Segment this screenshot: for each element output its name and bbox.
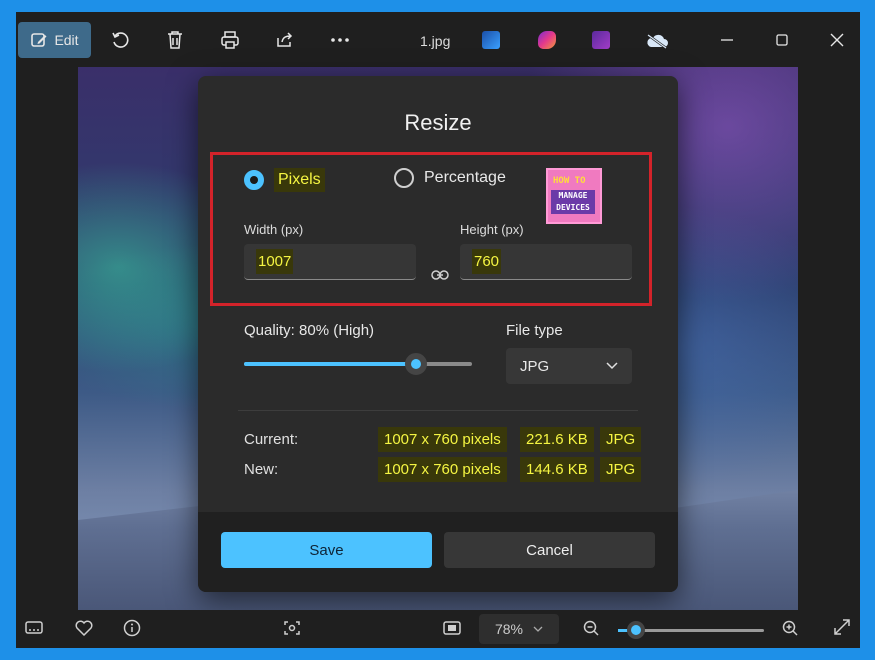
close-icon (830, 33, 844, 47)
designer-icon[interactable] (538, 31, 556, 49)
current-dims: 1007 x 760 pixels (378, 427, 507, 452)
chevron-down-icon (533, 626, 543, 632)
logo-line-2-3: MANAGE DEVICES (551, 190, 595, 214)
print-icon (221, 31, 239, 49)
file-type-label: File type (506, 322, 563, 339)
fit-to-window-icon[interactable] (442, 619, 462, 642)
more-button[interactable] (322, 22, 358, 58)
rotate-icon (112, 32, 129, 48)
current-label: Current: (244, 431, 299, 448)
height-input[interactable]: 760 (460, 244, 632, 280)
filmstrip-icon[interactable] (24, 619, 44, 642)
maximize-button[interactable] (764, 22, 800, 58)
aspect-lock-link-icon[interactable] (431, 267, 449, 285)
new-dims: 1007 x 760 pixels (378, 457, 507, 482)
new-type: JPG (600, 457, 642, 482)
quality-slider[interactable] (244, 353, 472, 375)
file-type-value: JPG (520, 357, 550, 375)
more-icon (331, 38, 349, 42)
delete-icon (168, 31, 182, 49)
file-type-select[interactable]: JPG (506, 348, 632, 384)
bottom-toolbar: 78% (16, 610, 860, 648)
minimize-icon (721, 39, 733, 41)
onedrive-icon[interactable] (646, 33, 668, 50)
minimize-button[interactable] (709, 22, 745, 58)
fullscreen-icon[interactable] (832, 619, 852, 642)
edit-button[interactable]: Edit (18, 22, 91, 58)
edit-icon (31, 33, 47, 47)
clipchamp-icon[interactable] (592, 31, 610, 49)
share-button[interactable] (267, 22, 303, 58)
photos-app-icon[interactable] (482, 31, 500, 49)
photos-window: Edit 1.jpg Resize Pixels Percentage HOW … (16, 12, 860, 648)
radio-unselected-icon (394, 168, 414, 188)
width-input[interactable]: 1007 (244, 244, 416, 280)
delete-button[interactable] (157, 22, 193, 58)
pixels-label: Pixels (274, 168, 325, 192)
current-size: 221.6 KB (520, 427, 594, 452)
divider (238, 410, 638, 411)
height-value: 760 (472, 249, 502, 274)
dialog-title: Resize (404, 110, 472, 135)
visual-search-icon[interactable] (282, 619, 302, 642)
top-toolbar: Edit 1.jpg (16, 12, 860, 67)
zoom-level-value: 78% (494, 621, 524, 637)
pixels-radio[interactable]: Pixels (244, 168, 325, 192)
zoom-level-dropdown[interactable]: 78% (479, 614, 559, 644)
zoom-slider-thumb[interactable] (627, 621, 645, 639)
new-label: New: (244, 461, 279, 478)
file-name: 1.jpg (420, 33, 451, 49)
close-window-button[interactable] (819, 22, 855, 58)
info-icon[interactable] (122, 619, 142, 642)
maximize-icon (776, 34, 788, 46)
radio-selected-icon (244, 170, 264, 190)
favorite-heart-icon[interactable] (74, 619, 94, 642)
percentage-radio[interactable]: Percentage (394, 168, 506, 188)
print-button[interactable] (212, 22, 248, 58)
zoom-slider[interactable] (618, 621, 764, 639)
resize-dialog: Resize Pixels Percentage HOW TO MANAGE D… (198, 76, 678, 592)
quality-slider-fill (244, 362, 416, 366)
logo-line-1: HOW TO (553, 176, 586, 186)
dialog-footer: Save Cancel (198, 512, 678, 592)
zoom-out-icon[interactable] (582, 619, 602, 642)
share-icon (277, 32, 293, 47)
percentage-label: Percentage (424, 169, 506, 186)
rotate-button[interactable] (102, 22, 138, 58)
width-value: 1007 (256, 249, 294, 274)
width-label: Width (px) (244, 222, 304, 237)
howto-manage-devices-logo: HOW TO MANAGE DEVICES (546, 168, 602, 224)
cancel-button[interactable]: Cancel (444, 532, 655, 568)
chevron-down-icon (606, 362, 618, 370)
edit-label: Edit (54, 32, 79, 48)
height-label: Height (px) (460, 222, 524, 237)
quality-slider-thumb[interactable] (405, 353, 427, 375)
zoom-in-icon[interactable] (781, 619, 801, 642)
new-size: 144.6 KB (520, 457, 594, 482)
quality-label: Quality: 80% (High) (244, 322, 375, 339)
save-button[interactable]: Save (221, 532, 432, 568)
current-type: JPG (600, 427, 642, 452)
